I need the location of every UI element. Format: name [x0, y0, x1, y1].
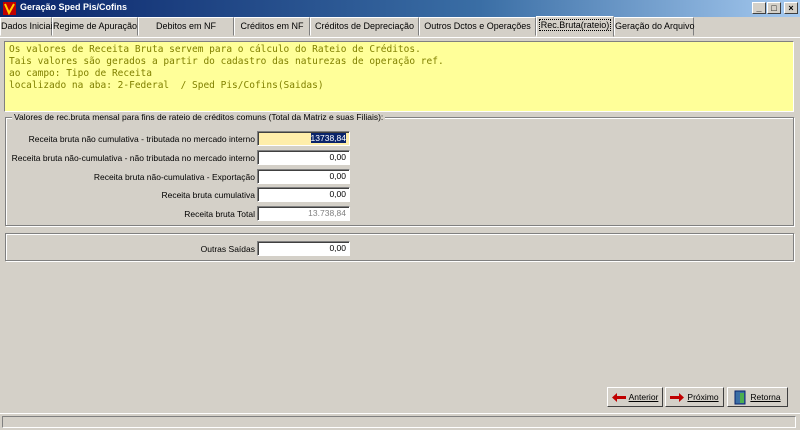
- receita-tributada-field[interactable]: 13738,84: [257, 131, 350, 146]
- label-receita-tributada: Receita bruta não cumulativa - tributada…: [28, 134, 255, 144]
- tab-dados-iniciais[interactable]: Dados Iniciais: [0, 17, 57, 36]
- tab-rec-bruta[interactable]: Rec.Bruta(rateio): [536, 16, 614, 37]
- tab-regime-apuracao[interactable]: Regime de Apuração: [52, 17, 138, 36]
- proximo-button[interactable]: Próximo: [665, 387, 724, 407]
- tab-strip: Dados Iniciais Regime de Apuração Debito…: [0, 16, 800, 37]
- label-outras-saidas: Outras Saídas: [200, 244, 255, 254]
- receita-group-title: Valores de rec.bruta mensal para fins de…: [12, 112, 386, 122]
- door-exit-icon: [734, 390, 746, 405]
- outras-saidas-field[interactable]: 0,00: [257, 241, 350, 256]
- outras-group: [5, 233, 794, 261]
- receita-nao-tributada-field[interactable]: 0,00: [257, 150, 350, 165]
- label-receita-cumulativa: Receita bruta cumulativa: [161, 190, 255, 200]
- info-line: localizado na aba: 2-Federal / Sped Pis/…: [9, 80, 324, 91]
- info-line: ao campo: Tipo de Receita: [9, 68, 152, 79]
- retorna-button[interactable]: Retorna: [727, 387, 788, 407]
- label-receita-exportacao: Receita bruta não-cumulativa - Exportaçã…: [93, 172, 255, 182]
- arrow-left-icon: [611, 393, 626, 403]
- window-title: Geração Sped Pis/Cofins: [20, 2, 128, 12]
- tab-outros-dctos[interactable]: Outros Dctos e Operações: [419, 17, 536, 36]
- status-cell: [2, 416, 796, 428]
- close-button[interactable]: ×: [784, 2, 798, 14]
- info-memo: Os valores de Receita Bruta servem para …: [4, 41, 794, 112]
- info-line: Os valores de Receita Bruta servem para …: [9, 44, 421, 55]
- title-bar: Geração Sped Pis/Cofins _ □ ×: [0, 0, 800, 17]
- label-receita-total: Receita bruta Total: [184, 209, 255, 219]
- tab-debitos-nf[interactable]: Debitos em NF: [138, 17, 234, 36]
- minimize-button[interactable]: _: [752, 2, 766, 14]
- maximize-button[interactable]: □: [767, 2, 781, 14]
- tab-creditos-nf[interactable]: Créditos em NF: [234, 17, 310, 36]
- tab-creditos-depreciacao[interactable]: Créditos de Depreciação: [310, 17, 419, 36]
- anterior-button[interactable]: Anterior: [607, 387, 663, 407]
- tab-geracao-arquivo[interactable]: Geração do Arquivo: [614, 17, 695, 36]
- label-receita-nao-tributada: Receita bruta não-cumulativa - não tribu…: [11, 153, 255, 163]
- status-bar: [0, 413, 800, 430]
- receita-cumulativa-field[interactable]: 0,00: [257, 187, 350, 202]
- arrow-right-icon: [670, 393, 685, 403]
- app-logo-icon: [3, 2, 16, 15]
- info-line: Tais valores são gerados a partir do cad…: [9, 56, 444, 67]
- receita-exportacao-field[interactable]: 0,00: [257, 169, 350, 184]
- receita-total-field: 13.738,84: [257, 206, 350, 221]
